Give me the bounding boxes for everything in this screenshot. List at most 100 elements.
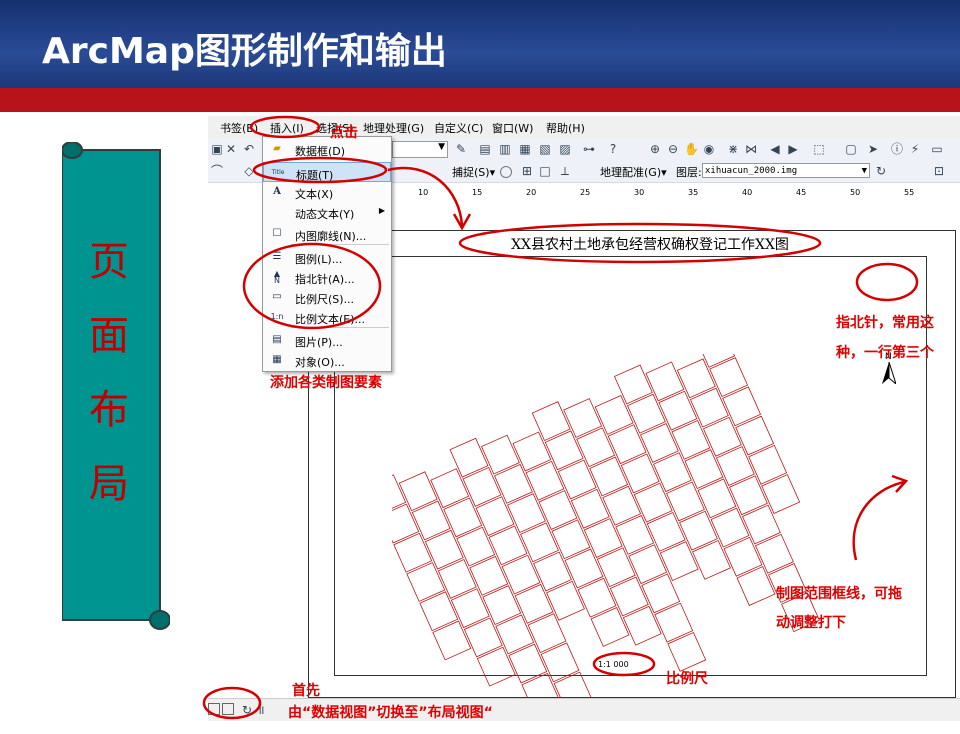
menu-customize[interactable]: 自定义(C) — [434, 120, 483, 136]
snapping-menu[interactable]: 捕捉(S)▾ — [452, 164, 495, 180]
menu-bar: 书签(B) 插入(I) 选择(S) 地理处理(G) 自定义(C) 窗口(W) 帮… — [208, 116, 960, 138]
copy-icon[interactable]: ▣ — [210, 142, 224, 156]
fit-to-display-icon[interactable]: ⊡ — [932, 164, 946, 178]
menu-windows[interactable]: 窗口(W) — [492, 120, 533, 136]
parcel — [654, 602, 694, 643]
menu-item-neatline[interactable]: ☐ 内图廓线(N)... — [263, 224, 391, 244]
parcel — [590, 607, 630, 647]
ruler-tick: 45 — [796, 188, 807, 197]
menu-separator — [291, 327, 389, 328]
select-features-icon[interactable]: ⬚ — [812, 142, 826, 156]
parcel — [531, 401, 571, 442]
back-icon[interactable]: ◀ — [768, 142, 782, 156]
layer-combobox[interactable]: xihuacun_2000.img ▼ — [702, 163, 870, 178]
menu-help[interactable]: 帮助(H) — [546, 120, 585, 136]
parcel — [508, 643, 548, 684]
title-icon: Title — [271, 169, 285, 176]
north-arrow-icon[interactable] — [882, 362, 896, 384]
refresh-icon[interactable]: ↻ — [240, 703, 254, 717]
select-elements-icon[interactable]: ➤ — [866, 142, 880, 156]
slide-title: ArcMap图形制作和输出 — [42, 31, 447, 72]
legend-icon: ☰ — [272, 251, 282, 262]
point-snap-icon[interactable] — [500, 166, 512, 178]
menu-bookmarks[interactable]: 书签(B) — [220, 120, 258, 136]
menu-item-title[interactable]: Title 标题(T) — [263, 162, 391, 182]
north-arrow-icon: ▲ N — [273, 269, 281, 285]
chevron-down-icon: ▼ — [861, 166, 867, 176]
search-window-icon[interactable]: ▦ — [518, 142, 532, 156]
html-popup-icon[interactable]: ▭ — [930, 142, 944, 156]
vertex-snap-icon[interactable]: □ — [538, 164, 552, 178]
parcel-map — [392, 354, 820, 713]
menu-item-object[interactable]: ▦ 对象(O)... — [263, 350, 391, 370]
whats-this-icon[interactable]: ? — [606, 142, 620, 156]
menu-separator — [291, 244, 389, 245]
map-title[interactable]: XX县农村土地承包经营权确权登记工作XX图 — [470, 234, 830, 254]
ruler-tick: 30 — [634, 188, 645, 197]
pan-icon[interactable]: ✋ — [684, 142, 699, 156]
table-icon[interactable]: ▤ — [478, 142, 492, 156]
data-view-icon[interactable] — [208, 703, 220, 715]
layer-label: 图层: — [676, 166, 702, 179]
parcel-group — [392, 354, 820, 713]
annotation-north-1: 指北针，常用这 — [836, 315, 934, 331]
delete-icon[interactable]: ✕ — [224, 142, 238, 156]
zoom-out-icon[interactable]: ⊖ — [666, 142, 680, 156]
scroll-text: 页 面 布 局 — [84, 225, 134, 521]
menu-item-scale-text[interactable]: 1:n 比例文本(E)... — [263, 307, 391, 327]
pause-icon[interactable]: ॥ — [254, 703, 268, 717]
parcel — [577, 577, 617, 618]
fixed-zoom-in-icon[interactable]: ⋇ — [726, 142, 740, 156]
undo-icon[interactable]: ↶ — [242, 142, 256, 156]
submenu-arrow-icon: ▶ — [378, 206, 385, 215]
menu-item-text[interactable]: A 文本(X) — [263, 182, 391, 202]
data-frame-icon: ▰ — [273, 143, 281, 154]
clear-selection-icon[interactable]: ▢ — [844, 142, 858, 156]
menu-insert[interactable]: 插入(I) — [270, 120, 304, 136]
slide-banner: ArcMap图形制作和输出 — [0, 0, 960, 88]
layout-view-icon[interactable] — [222, 703, 234, 715]
accent-bar — [0, 88, 960, 112]
parcel — [667, 631, 707, 672]
scale-text-icon: 1:n — [270, 312, 284, 321]
ruler-tick: 50 — [850, 188, 861, 197]
model-builder-icon[interactable]: ⊶ — [582, 142, 596, 156]
zoom-in-icon[interactable]: ⊕ — [648, 142, 662, 156]
ruler-tick: 20 — [526, 188, 537, 197]
menu-item-picture[interactable]: ▤ 图片(P)... — [263, 330, 391, 350]
menu-geoprocessing[interactable]: 地理处理(G) — [363, 120, 424, 136]
scale-combobox[interactable]: ▼ — [392, 141, 448, 158]
fixed-zoom-out-icon[interactable]: ⋈ — [744, 142, 758, 156]
annotation-first: 首先 — [292, 683, 320, 699]
ruler-tick: 15 — [472, 188, 483, 197]
parcel — [540, 642, 580, 683]
toolbox-icon[interactable]: ▧ — [538, 142, 552, 156]
forward-icon[interactable]: ▶ — [786, 142, 800, 156]
editor-icon[interactable]: ✎ — [454, 142, 468, 156]
python-icon[interactable]: ▨ — [558, 142, 572, 156]
menu-item-dynamic-text[interactable]: 动态文本(Y) ▶ — [263, 202, 391, 222]
menu-item-legend[interactable]: ☰ 图例(L)... — [263, 247, 391, 267]
menu-item-data-frame[interactable]: ▰ 数据框(D) — [263, 139, 391, 159]
ruler-tick: 55 — [904, 188, 915, 197]
edge-snap-icon[interactable]: ⟂ — [558, 164, 572, 178]
scale-bar-icon: ▭ — [272, 291, 282, 302]
parcel — [735, 415, 775, 456]
ruler-tick: 40 — [742, 188, 753, 197]
menu-item-north-arrow[interactable]: ▲ N 指北针(A)... — [263, 267, 391, 287]
rotate-georef-icon[interactable]: ↻ — [874, 164, 888, 178]
identify-icon[interactable]: ⓘ — [890, 142, 904, 156]
menu-item-scale-bar[interactable]: ▭ 比例尺(S)... — [263, 287, 391, 307]
georeferencing-menu[interactable]: 地理配准(G)▾ — [600, 164, 667, 180]
scroll-char: 局 — [89, 461, 129, 507]
rotate-icon[interactable]: ◇ — [242, 164, 256, 178]
hyperlink-icon[interactable]: ⚡ — [908, 142, 922, 156]
draw-line-icon[interactable]: ⌒ — [210, 164, 224, 178]
parcel — [449, 437, 489, 478]
annotation-click: 点击 — [330, 125, 358, 141]
end-snap-icon[interactable]: ⊞ — [520, 164, 534, 178]
catalog-icon[interactable]: ▥ — [498, 142, 512, 156]
scroll-char: 布 — [89, 387, 129, 433]
annotation-frame-2: 动调整打下 — [776, 615, 846, 631]
full-extent-icon[interactable]: ◉ — [702, 142, 716, 156]
